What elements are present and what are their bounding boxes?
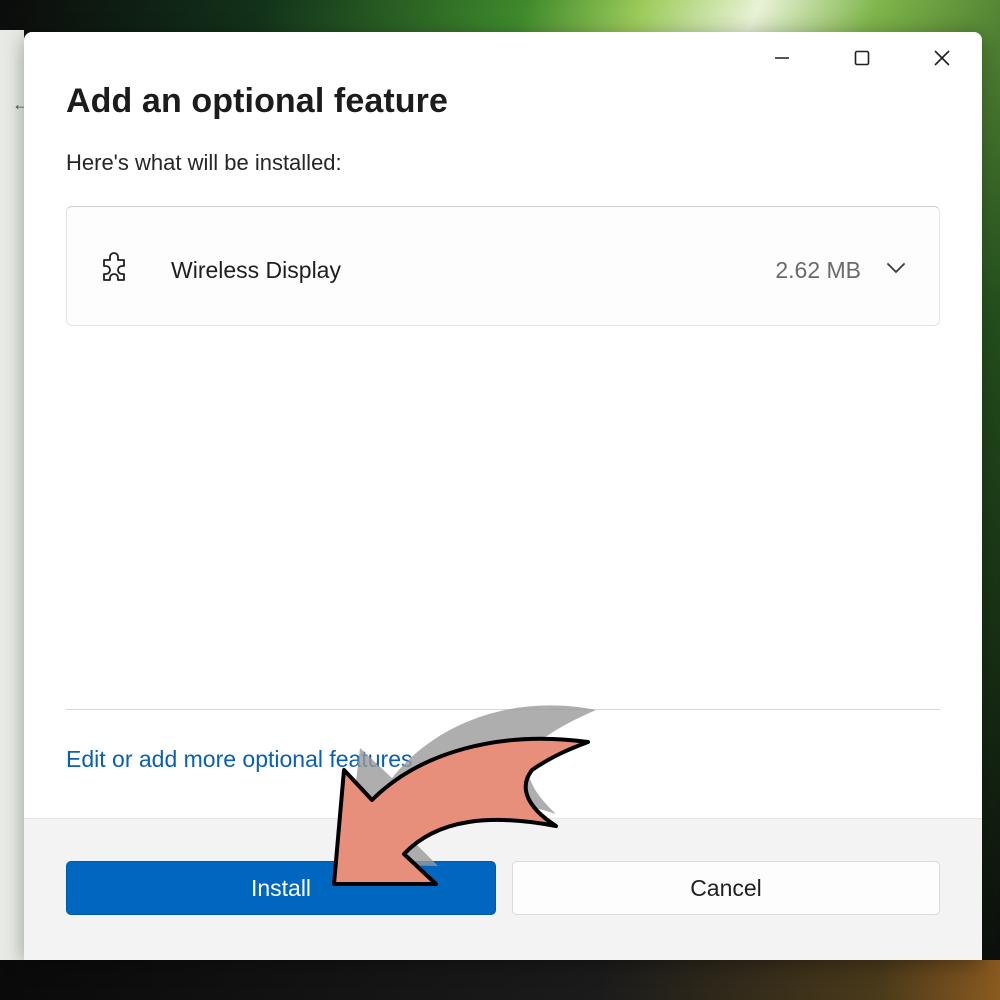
maximize-icon [854, 50, 870, 66]
close-icon [934, 50, 950, 66]
edit-optional-features-link[interactable]: Edit or add more optional features [66, 746, 412, 773]
dialog-title: Add an optional feature [66, 82, 448, 120]
puzzle-piece-icon [103, 252, 125, 281]
feature-name: Wireless Display [171, 257, 341, 283]
content-divider [66, 709, 940, 710]
feature-size: 2.62 MB [775, 257, 861, 283]
minimize-icon [775, 57, 789, 59]
minimize-button[interactable] [742, 32, 822, 84]
dialog-footer: Install Cancel [24, 818, 982, 960]
cancel-button[interactable]: Cancel [512, 861, 940, 915]
chevron-down-icon[interactable] [885, 257, 907, 279]
optional-feature-dialog: Add an optional feature Here's what will… [24, 32, 982, 960]
install-button[interactable]: Install [66, 861, 496, 915]
back-arrow-icon[interactable]: ← [12, 94, 30, 114]
taskbar-area [0, 960, 1000, 1000]
window-controls [742, 32, 982, 84]
settings-window-background: ← [0, 30, 30, 960]
maximize-button[interactable] [822, 32, 902, 84]
feature-item-wireless-display[interactable]: Wireless Display 2.62 MB [66, 206, 940, 326]
dialog-subtitle: Here's what will be installed: [66, 150, 342, 175]
close-button[interactable] [902, 32, 982, 84]
